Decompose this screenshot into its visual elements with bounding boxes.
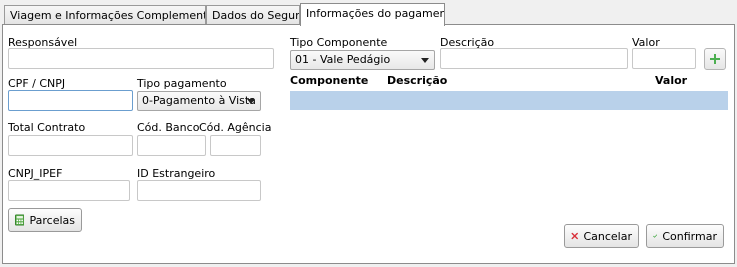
chevron-down-icon bbox=[421, 58, 429, 63]
component-grid-header: Componente Descrição Valor bbox=[290, 72, 728, 89]
tab-viagem[interactable]: Viagem e Informações Complementares bbox=[4, 5, 206, 25]
column-header-descricao[interactable]: Descrição bbox=[387, 74, 447, 87]
total-contrato-input[interactable] bbox=[8, 135, 133, 156]
calculator-icon bbox=[15, 214, 25, 226]
id-estrangeiro-input[interactable] bbox=[137, 180, 261, 201]
cnpj-ipef-input[interactable] bbox=[8, 180, 130, 201]
confirm-button[interactable]: Confirmar bbox=[646, 224, 724, 248]
valor-input[interactable] bbox=[632, 48, 696, 69]
tipo-pagamento-value: 0-Pagamento à Vista bbox=[142, 94, 256, 107]
checkmark-icon bbox=[653, 234, 658, 238]
total-contrato-label: Total Contrato bbox=[8, 121, 86, 134]
add-component-button[interactable] bbox=[704, 48, 726, 70]
table-row[interactable] bbox=[290, 91, 728, 110]
cancel-button[interactable]: Cancelar bbox=[564, 224, 639, 248]
cpf-cnpj-input[interactable] bbox=[8, 90, 133, 111]
tab-label: Informações do pagamento bbox=[306, 7, 445, 20]
tipo-componente-select[interactable]: 01 - Vale Pedágio bbox=[290, 50, 435, 70]
tipo-componente-value: 01 - Vale Pedágio bbox=[295, 53, 391, 66]
chevron-down-icon bbox=[247, 99, 255, 104]
tab-dados-seguro[interactable]: Dados do Seguro bbox=[206, 5, 300, 25]
tipo-componente-label: Tipo Componente bbox=[290, 36, 388, 49]
descricao-input[interactable] bbox=[440, 48, 628, 69]
cnpj-ipef-label: CNPJ_IPEF bbox=[8, 167, 63, 180]
parcelas-label: Parcelas bbox=[29, 213, 75, 227]
cpf-cnpj-label: CPF / CNPJ bbox=[8, 77, 66, 90]
payment-panel: Responsável CPF / CNPJ Tipo pagamento 0-… bbox=[2, 24, 735, 264]
column-header-componente[interactable]: Componente bbox=[290, 74, 368, 87]
tab-informacoes-pagamento[interactable]: Informações do pagamento bbox=[300, 3, 445, 26]
tab-label: Dados do Seguro bbox=[212, 9, 300, 22]
close-icon bbox=[571, 232, 578, 240]
tipo-pagamento-label: Tipo pagamento bbox=[137, 77, 227, 90]
cod-banco-input[interactable] bbox=[137, 135, 206, 156]
id-estrangeiro-label: ID Estrangeiro bbox=[137, 167, 216, 180]
responsavel-input[interactable] bbox=[8, 48, 274, 69]
confirm-label: Confirmar bbox=[662, 229, 717, 243]
cod-banco-label: Cód. Banco bbox=[137, 121, 200, 134]
tipo-pagamento-select[interactable]: 0-Pagamento à Vista bbox=[137, 91, 261, 111]
cod-agencia-label: Cód. Agência bbox=[199, 121, 272, 134]
tab-label: Viagem e Informações Complementares bbox=[10, 9, 206, 22]
column-header-valor[interactable]: Valor bbox=[655, 74, 687, 87]
cancel-label: Cancelar bbox=[583, 229, 632, 243]
cod-agencia-input[interactable] bbox=[210, 135, 261, 156]
plus-icon bbox=[710, 54, 720, 64]
parcelas-button[interactable]: Parcelas bbox=[8, 208, 82, 232]
